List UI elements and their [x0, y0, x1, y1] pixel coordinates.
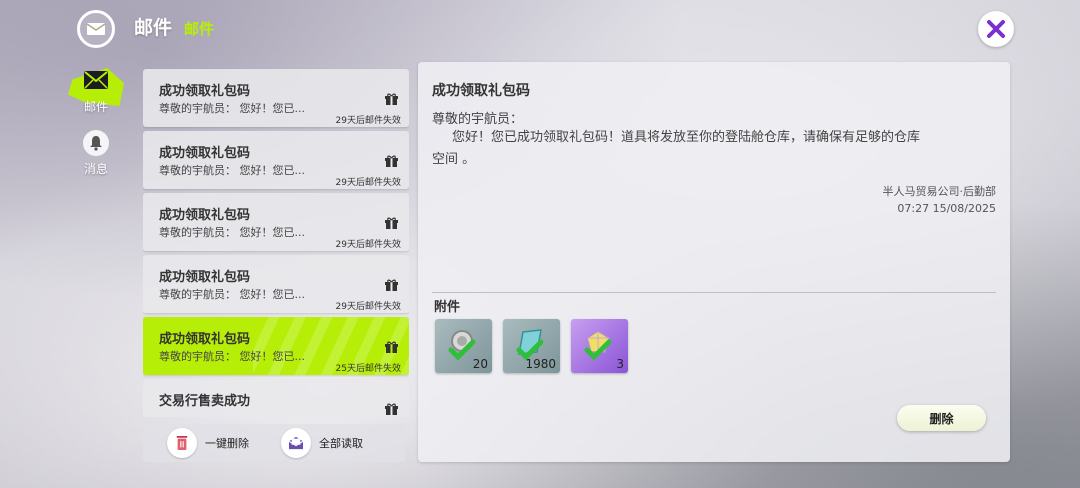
- read-all-label: 全部读取: [319, 437, 363, 450]
- bell-icon: [83, 130, 109, 156]
- mail-logo-icon: [77, 10, 115, 48]
- open-mail-icon: [281, 428, 311, 458]
- mail-item-title: 成功领取礼包码: [159, 84, 251, 99]
- gift-icon: [385, 341, 398, 353]
- attachment-count: 3: [616, 357, 624, 371]
- mail-item-title: 成功领取礼包码: [159, 332, 251, 347]
- mail-item-preview: 尊敬的宇航员： 您好！您已...: [159, 164, 305, 177]
- attachment-item[interactable]: 1980: [503, 319, 560, 373]
- nav-label-mail: 邮件: [83, 100, 108, 114]
- mail-item-title: 交易行售卖成功: [159, 394, 251, 409]
- gift-icon: [385, 279, 398, 291]
- mail-detail-sender: 半人马贸易公司·后勤部: [882, 185, 997, 198]
- attachment-count: 20: [472, 357, 488, 371]
- list-item[interactable]: 成功领取礼包码 尊敬的宇航员： 您好！您已... 29天后邮件失效: [143, 255, 409, 313]
- mail-item-expire: 29天后邮件失效: [335, 302, 401, 312]
- read-all-button[interactable]: 全部读取: [281, 428, 363, 458]
- mail-detail-greeting: 尊敬的宇航员：: [432, 112, 524, 127]
- mail-item-title: 成功领取礼包码: [159, 146, 251, 161]
- mail-item-preview: 尊敬的宇航员： 您好！您已...: [159, 226, 305, 239]
- mail-actions-bar: 一键删除 全部读取: [143, 424, 405, 462]
- page-title: 邮件: [134, 17, 173, 39]
- mail-item-expire: 29天后邮件失效: [335, 116, 401, 126]
- list-item[interactable]: 成功领取礼包码 尊敬的宇航员： 您好！您已... 29天后邮件失效: [143, 131, 409, 189]
- list-item[interactable]: 成功领取礼包码 尊敬的宇航员： 您好！您已... 29天后邮件失效: [143, 193, 409, 251]
- mail-item-preview: 尊敬的宇航员： 您好！您已...: [159, 102, 305, 115]
- nav-label-messages: 消息: [83, 162, 108, 176]
- mail-detail-date: 07:27 15/08/2025: [897, 202, 996, 215]
- attachment-item[interactable]: 20: [435, 319, 492, 373]
- mail-detail-body: 您好！您已成功领取礼包码！道具将发放至你的登陆舱仓库，请确保有足够的仓库空间 。: [432, 130, 921, 167]
- close-button[interactable]: [978, 11, 1014, 47]
- mail-item-expire: 25天后邮件失效: [335, 364, 401, 374]
- attachments-label: 附件: [434, 300, 461, 315]
- mail-item-preview: 尊敬的宇航员： 您好！您已...: [159, 288, 305, 301]
- nav-item-mail[interactable]: 邮件: [68, 64, 124, 120]
- list-item-selected[interactable]: 成功领取礼包码 尊敬的宇航员： 您好！您已... 25天后邮件失效: [143, 317, 409, 375]
- close-icon: [987, 20, 1005, 38]
- mail-item-expire: 29天后邮件失效: [335, 240, 401, 250]
- gift-icon: [385, 217, 398, 229]
- mail-item-title: 成功领取礼包码: [159, 270, 251, 285]
- gift-icon: [385, 403, 398, 415]
- gift-icon: [385, 155, 398, 167]
- mail-list[interactable]: 成功领取礼包码 尊敬的宇航员： 您好！您已... 29天后邮件失效 成功领取礼包…: [143, 68, 409, 417]
- mail-item-title: 成功领取礼包码: [159, 208, 251, 223]
- list-item[interactable]: 交易行售卖成功: [143, 379, 409, 417]
- divider: [432, 292, 996, 293]
- gem-item-icon: [584, 330, 612, 361]
- gift-icon: [385, 93, 398, 105]
- mail-item-preview: 尊敬的宇航员： 您好！您已...: [159, 350, 305, 363]
- mail-item-expire: 29天后邮件失效: [335, 178, 401, 188]
- list-item[interactable]: 成功领取礼包码 尊敬的宇航员： 您好！您已... 29天后邮件失效: [143, 69, 409, 127]
- trash-icon: [167, 428, 197, 458]
- mail-detail-panel: 成功领取礼包码 尊敬的宇航员： 您好！您已成功领取礼包码！道具将发放至你的登陆舱…: [418, 62, 1010, 462]
- delete-all-button[interactable]: 一键删除: [167, 428, 249, 458]
- attachment-count: 1980: [525, 357, 556, 371]
- mail-detail-title: 成功领取礼包码: [432, 83, 530, 99]
- mail-icon: [84, 71, 108, 89]
- page-subtitle: 邮件: [184, 20, 215, 38]
- delete-button[interactable]: 删除: [897, 405, 986, 431]
- attachment-item[interactable]: 3: [571, 319, 628, 373]
- nav-item-messages[interactable]: 消息: [68, 130, 124, 182]
- delete-all-label: 一键删除: [205, 437, 249, 450]
